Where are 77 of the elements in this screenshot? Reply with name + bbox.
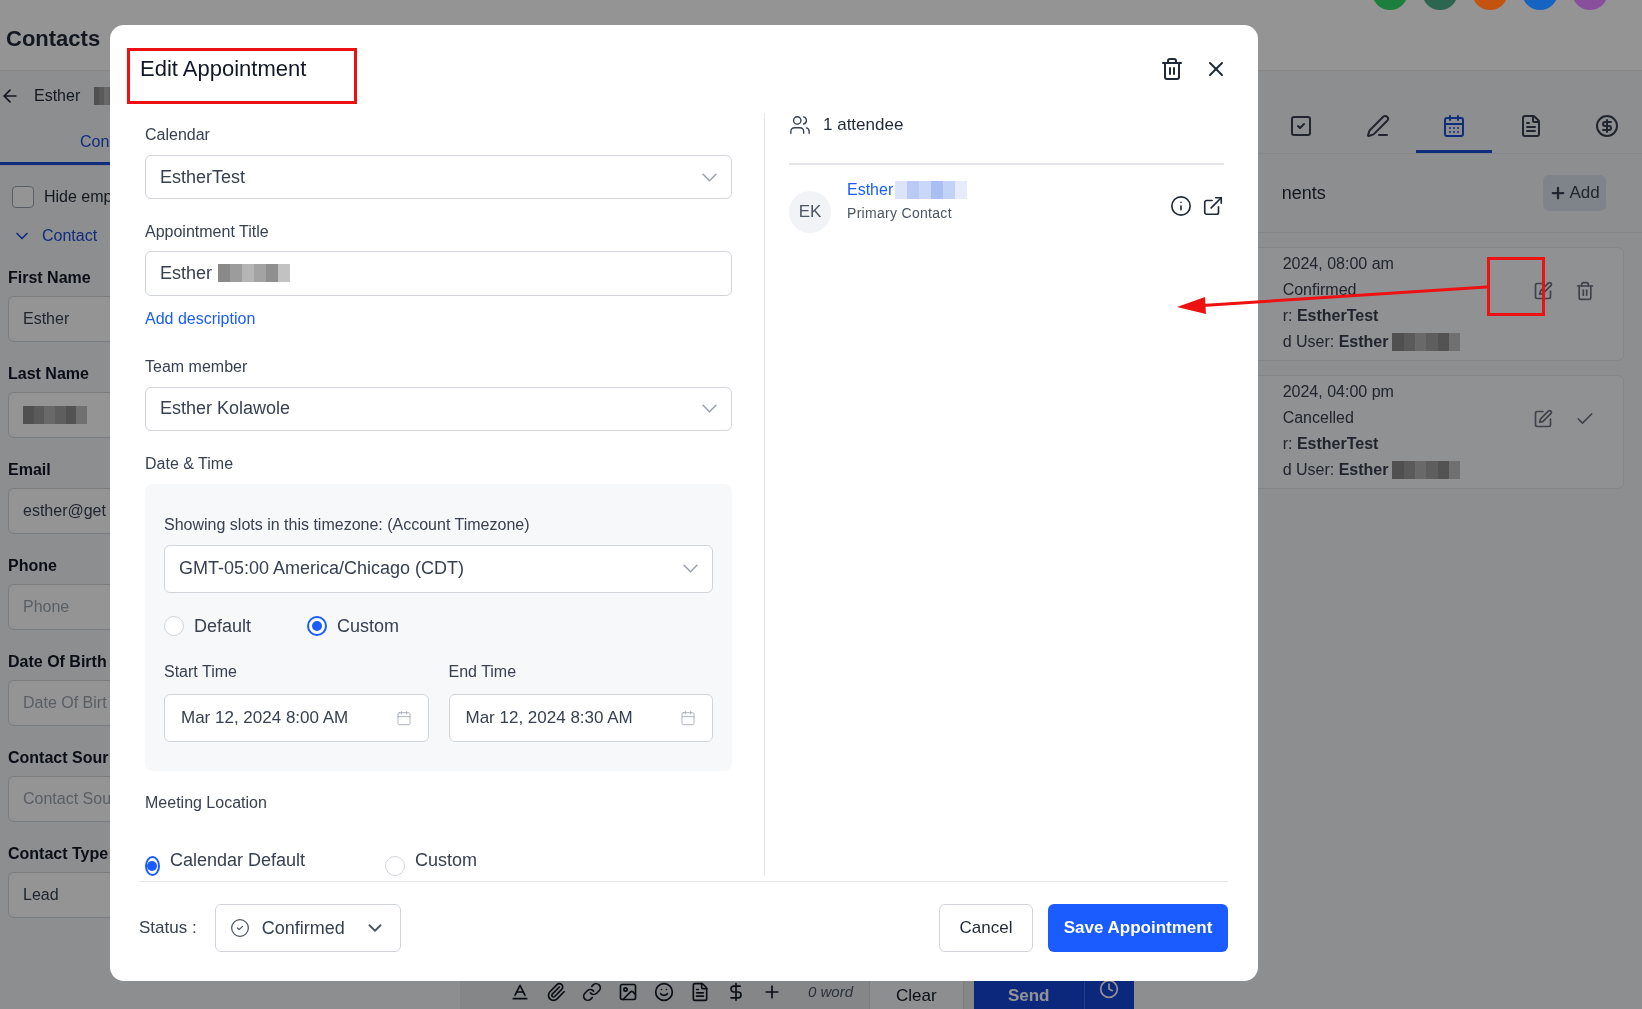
emoji-icon[interactable] (654, 982, 674, 1002)
checkbox-icon (1288, 114, 1313, 138)
field-label: Team member (145, 356, 249, 377)
paperclip-icon[interactable] (546, 982, 566, 1002)
pen-icon (1365, 114, 1390, 138)
team-member-select[interactable]: Esther Kolawole (145, 386, 732, 431)
appointment-user: d User: Esther (1282, 332, 1389, 352)
text-format-icon[interactable] (510, 982, 530, 1002)
chevron-down-icon (683, 564, 698, 574)
trash-icon[interactable] (1574, 281, 1595, 301)
info-icon[interactable] (1170, 195, 1192, 217)
external-link-icon[interactable] (1202, 195, 1224, 217)
add-description-link[interactable]: Add description (145, 308, 256, 329)
calendar-icon (1442, 114, 1467, 138)
calendar-icon (395, 710, 412, 726)
date-time-field[interactable]: Mar 12, 2024 8:30 AM (448, 694, 713, 742)
field-label: Meeting Location (145, 793, 268, 813)
word-count: 0 word (808, 983, 854, 1000)
attendee-name[interactable]: Esther (847, 181, 894, 199)
field-label: Email (8, 460, 51, 480)
delete-button[interactable] (1160, 57, 1184, 81)
field-label: Date Of Birth (8, 652, 107, 672)
status-label: Status : (139, 918, 197, 938)
checkbox[interactable] (12, 186, 34, 208)
appointment-user: d User: Esther (1282, 460, 1389, 480)
chevron-down-icon (702, 404, 717, 414)
add-button[interactable]: Add (1543, 175, 1606, 211)
field-label: Calendar (145, 125, 211, 145)
highlight-box (1487, 257, 1545, 316)
image-icon[interactable] (618, 982, 638, 1002)
radio-label: Calendar Default (169, 849, 305, 872)
field-label: End Time (448, 662, 518, 682)
people-icon (789, 114, 811, 136)
field-label: First Name (8, 268, 91, 288)
field-label: Last Name (8, 364, 89, 384)
radio-label: Custom (415, 849, 477, 872)
appointment-date: 2024, 04:00 pm (1282, 382, 1395, 402)
attendee-count: 1 attendee (823, 115, 904, 135)
radio-label: Default (194, 615, 252, 638)
attendee-avatar: EK (789, 191, 831, 233)
radio-label: Custom (337, 615, 400, 638)
appointment-date: 2024, 08:00 am (1282, 254, 1395, 274)
date-time-field[interactable]: Mar 12, 2024 8:00 AM (164, 694, 429, 742)
radio-button[interactable] (145, 856, 160, 876)
dialog-title: Edit Appointment (140, 56, 307, 82)
appointment-status: Cancelled (1282, 408, 1355, 428)
status-select[interactable]: Confirmed (214, 904, 401, 952)
appointment-calendar: r: EstherTest (1282, 434, 1380, 454)
calendar-icon (680, 710, 696, 726)
field-label: Phone (8, 556, 57, 576)
save-button[interactable]: Save Appointment (1048, 904, 1228, 952)
check-circle-icon (229, 918, 250, 938)
cancel-button[interactable]: Cancel (939, 904, 1033, 952)
section-title[interactable]: Contact (42, 227, 98, 245)
attendee-role: Primary Contact (847, 205, 953, 221)
appointment-status: Confirmed (1282, 280, 1358, 300)
document-icon[interactable] (690, 982, 710, 1002)
field-label: Showing slots in this timezone: (Account Timezone) (164, 515, 531, 535)
field-label: Contact Sour (8, 748, 109, 768)
contact-name: Esther (34, 87, 81, 105)
field-label: Start Time (164, 662, 238, 682)
edit-icon[interactable] (1532, 409, 1553, 429)
page-title: Contacts (6, 26, 101, 52)
chevron-down-icon (702, 172, 717, 182)
field-label: Date & Time (145, 454, 235, 474)
appointment-calendar: r: EstherTest (1282, 306, 1380, 326)
trash-icon (1160, 57, 1184, 81)
field-label: Appointment Title (145, 222, 270, 243)
radio-button[interactable] (307, 616, 328, 636)
dollar-icon (1595, 114, 1620, 138)
link-icon[interactable] (582, 982, 602, 1002)
section-title: nents (1281, 182, 1326, 204)
title-input[interactable]: Esther (145, 251, 732, 296)
edit-icon[interactable] (1532, 281, 1553, 301)
calendar-select[interactable]: EstherTest (145, 155, 732, 200)
timezone-select[interactable]: GMT-05:00 America/Chicago (CDT) (164, 545, 713, 593)
field-label: Contact Type (8, 844, 109, 864)
